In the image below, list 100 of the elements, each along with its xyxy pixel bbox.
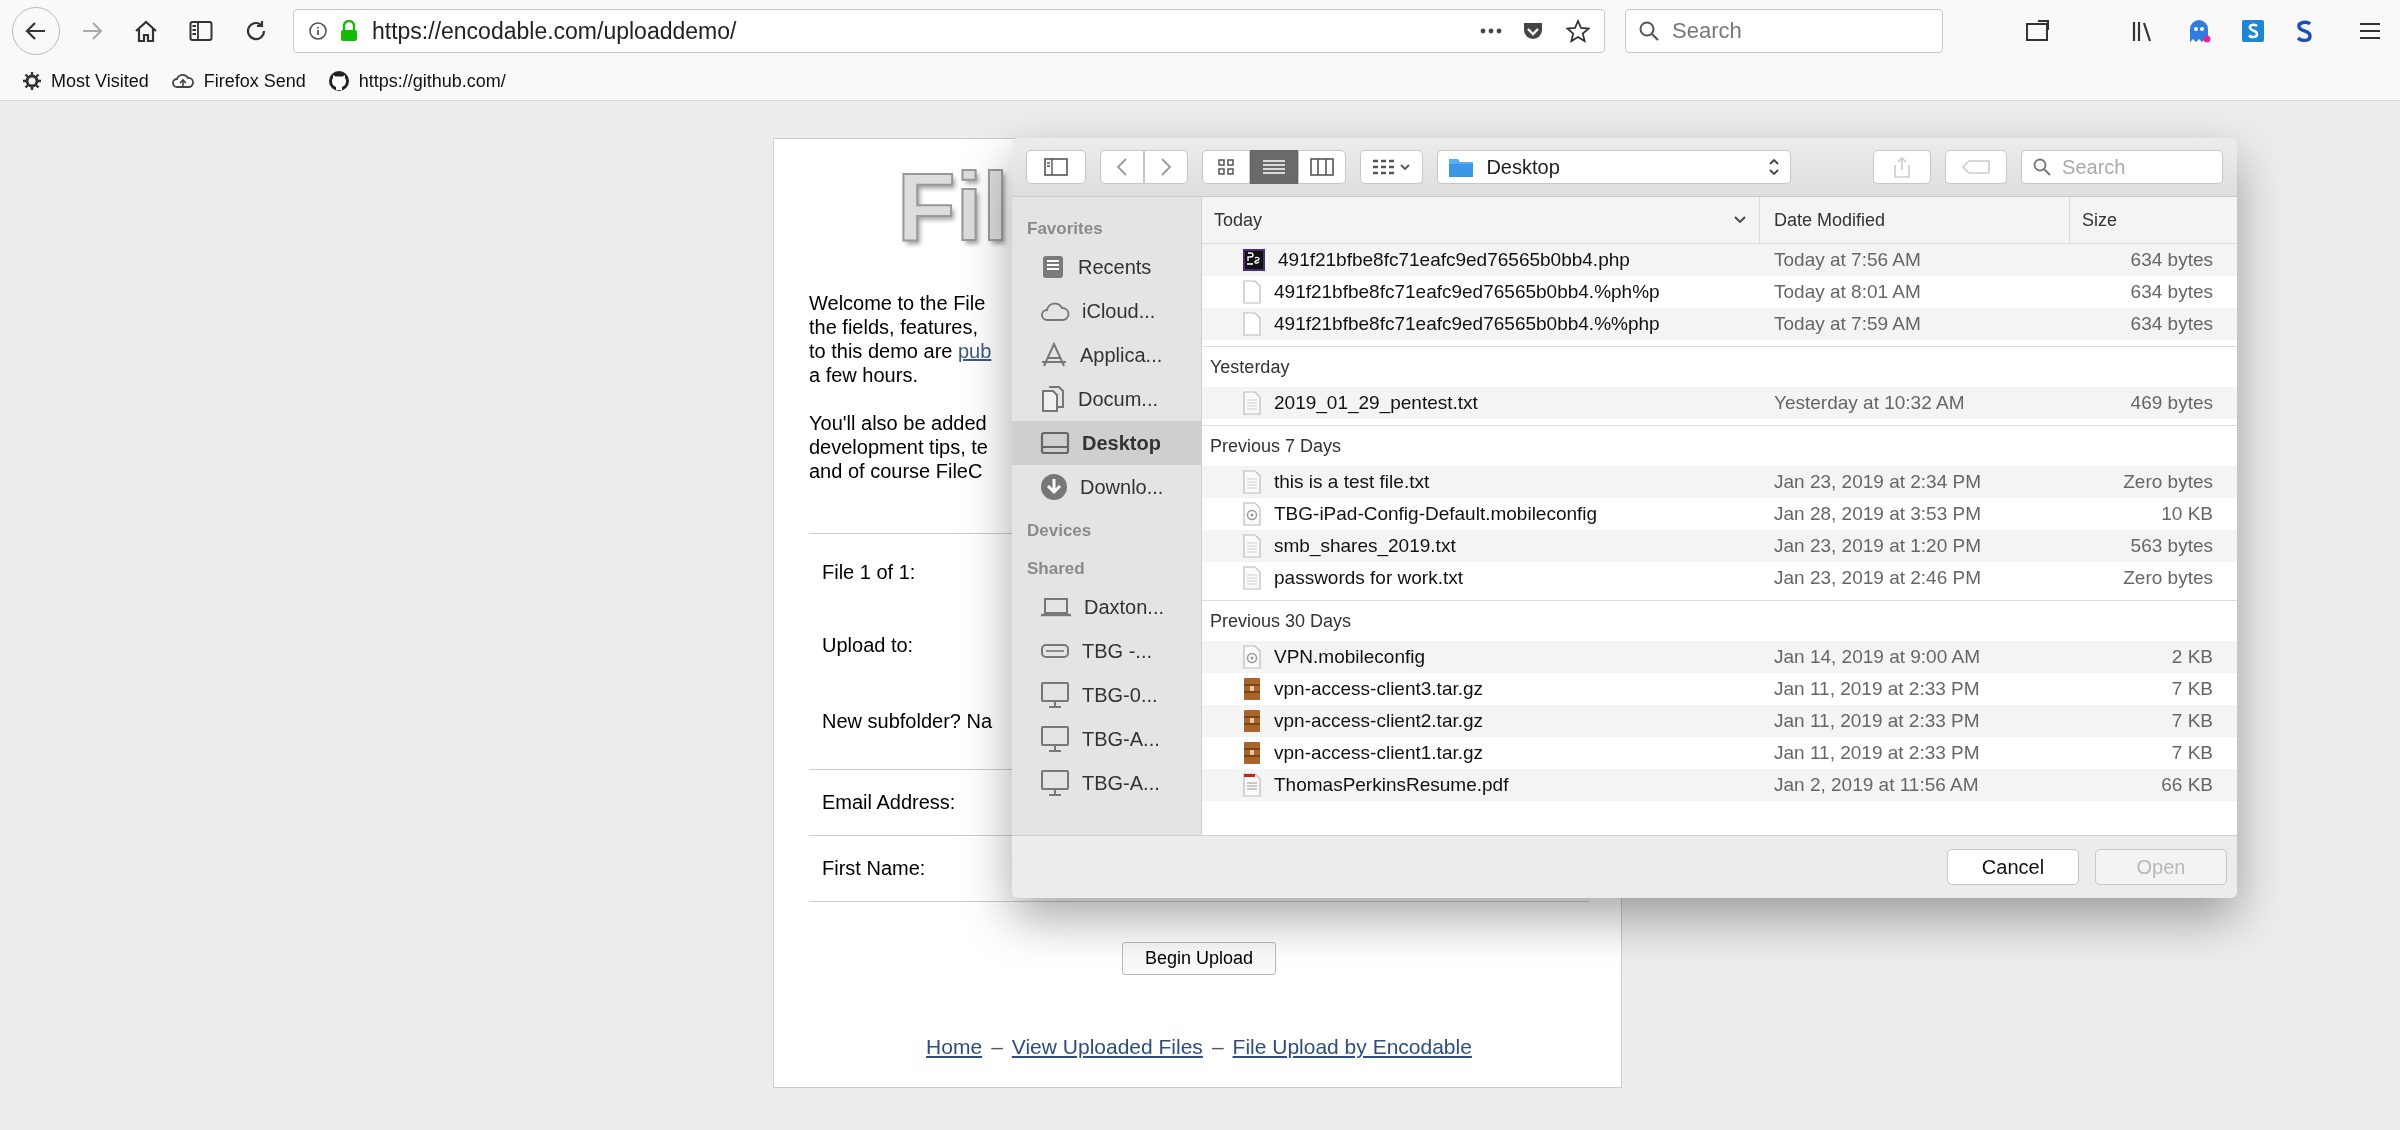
drive-icon — [1040, 641, 1070, 661]
sidebar-item[interactable]: Daxton... — [1012, 585, 1201, 629]
text-file-icon — [1242, 534, 1262, 558]
sidebar-item[interactable]: TBG-A... — [1012, 761, 1201, 805]
sidebar-item[interactable]: TBG -... — [1012, 629, 1201, 673]
file-name[interactable]: vpn-access-client3.tar.gz — [1274, 678, 1484, 700]
size-cell-text: 7 KB — [2170, 710, 2214, 732]
search-icon — [1638, 20, 1660, 42]
php-file-icon — [1242, 248, 1266, 272]
footer-link[interactable]: File Upload by Encodable — [1232, 1035, 1472, 1059]
date-modified-cell-text: Yesterday at 10:32 AM — [1773, 392, 1966, 414]
file-name[interactable]: ThomasPerkinsResume.pdf — [1274, 774, 1509, 796]
address-bar[interactable]: https://encodable.com/uploaddemo/ — [293, 9, 1605, 53]
sidebar-heading: Favorites — [1026, 218, 1104, 240]
column-header[interactable]: Size — [2070, 197, 2237, 243]
cat-logo-icon — [327, 70, 350, 92]
footer-link[interactable]: View Uploaded Files — [1011, 1035, 1203, 1059]
form-label: Email Address: — [822, 791, 956, 814]
size-cell-text: 7 KB — [2170, 678, 2214, 700]
extension-icon[interactable] — [2241, 19, 2265, 43]
archive-file-icon — [1242, 741, 1262, 765]
search-field[interactable]: Search — [2021, 150, 2223, 184]
folder-icon — [1448, 156, 1475, 178]
file-icon — [1242, 280, 1262, 304]
size-cell-text: 634 bytes — [2129, 313, 2214, 335]
file-name[interactable]: VPN.mobileconfig — [1274, 646, 1426, 668]
intro-text-line: development tips, te — [809, 435, 989, 459]
column-header[interactable]: Date Modified — [1760, 197, 2070, 243]
view-mode-button[interactable] — [1201, 150, 1250, 184]
date-modified-cell-text: Today at 7:56 AM — [1773, 249, 1922, 271]
archive-file-icon — [1242, 677, 1262, 701]
pocket-icon[interactable] — [1522, 20, 1544, 42]
sidebar-item[interactable]: Docum... — [1012, 377, 1201, 421]
file-name[interactable]: 2019_01_29_pentest.txt — [1274, 392, 1478, 414]
file-name[interactable]: passwords for work.txt — [1274, 567, 1463, 589]
sidebar-icon[interactable] — [189, 20, 213, 42]
sidebar-item[interactable]: TBG-A... — [1012, 717, 1201, 761]
sidebar-heading: Devices — [1026, 520, 1093, 542]
cancel-button[interactable]: Cancel — [1947, 849, 2079, 885]
menu-icon[interactable] — [2359, 21, 2381, 41]
file-name[interactable]: smb_shares_2019.txt — [1274, 535, 1456, 557]
begin-upload-button[interactable]: Begin Upload — [1121, 942, 1277, 975]
file-name[interactable]: vpn-access-client2.tar.gz — [1274, 710, 1484, 732]
date-modified-cell-text: Jan 11, 2019 at 2:33 PM — [1773, 742, 1981, 764]
grid-dropdown-icon — [1371, 159, 1412, 175]
chevron-right-icon — [1159, 157, 1172, 177]
text-file-icon — [1242, 566, 1262, 590]
sidebar-item[interactable]: Applica... — [1012, 333, 1201, 377]
form-label: New subfolder? Na — [822, 710, 993, 733]
location-popup[interactable]: Desktop — [1437, 150, 1792, 184]
back-button[interactable] — [12, 7, 60, 55]
file-name[interactable]: 491f21bfbe8fc71eafc9ed76565b0bb4.%ph%p — [1274, 281, 1660, 303]
column-header[interactable]: Today — [1202, 197, 1760, 243]
bookmark-item[interactable]: https://github.com/ — [327, 70, 506, 92]
chevron-down-icon — [1733, 215, 1747, 225]
arrange-button[interactable] — [1359, 150, 1424, 184]
file-name[interactable]: this is a test file.txt — [1274, 471, 1430, 493]
info-icon[interactable] — [308, 21, 328, 41]
file-name[interactable]: vpn-access-client1.tar.gz — [1274, 742, 1484, 764]
view-mode-button[interactable] — [1249, 150, 1298, 184]
sidebar-item[interactable]: Downlo... — [1012, 465, 1201, 509]
group-heading: Previous 7 Days — [1210, 435, 1342, 457]
file-name[interactable]: TBG-iPad-Config-Default.mobileconfig — [1274, 503, 1598, 525]
sidebar-toggle-button[interactable] — [1026, 150, 1086, 184]
file-name[interactable]: 491f21bfbe8fc71eafc9ed76565b0bb4.php — [1278, 249, 1630, 271]
search-field[interactable]: Search — [1625, 9, 1943, 53]
star-icon[interactable] — [1566, 19, 1590, 43]
download-icon — [1040, 473, 1068, 501]
laptop-icon — [1040, 596, 1072, 618]
size-cell-text: 469 bytes — [2129, 392, 2214, 414]
more-icon[interactable] — [1480, 27, 1502, 35]
documents-icon — [1040, 385, 1066, 413]
home-icon[interactable] — [134, 20, 158, 42]
reload-icon[interactable] — [244, 19, 268, 43]
view-mode-button[interactable] — [1297, 150, 1346, 184]
file-icon — [1242, 312, 1262, 336]
sidebar-item[interactable]: Recents — [1012, 245, 1201, 289]
columns-icon — [1309, 158, 1334, 176]
ghost-extension-icon[interactable] — [2187, 18, 2211, 44]
grid-icon — [1217, 159, 1234, 175]
separator-text: – — [1211, 1035, 1224, 1059]
synced-tabs-icon[interactable] — [2025, 19, 2051, 43]
footer-link[interactable]: Home — [926, 1035, 983, 1059]
file-name[interactable]: 491f21bfbe8fc71eafc9ed76565b0bb4.%%php — [1274, 313, 1660, 335]
pdf-file-icon — [1242, 773, 1262, 797]
size-cell-text: 634 bytes — [2129, 249, 2214, 271]
bookmark-item[interactable]: Firefox Send — [170, 70, 306, 92]
sidebar-item[interactable]: iCloud... — [1012, 289, 1201, 333]
sidebar-item[interactable]: Desktop — [1012, 421, 1201, 465]
bookmark-item[interactable]: Most Visited — [22, 70, 149, 92]
sidebar-item[interactable]: TBG-0... — [1012, 673, 1201, 717]
extension-icon[interactable] — [2295, 19, 2313, 43]
intro-text-line: You'll also be added — [809, 411, 988, 435]
text-file-icon — [1242, 391, 1262, 415]
url-text: https://encodable.com/uploaddemo/ — [372, 17, 738, 45]
intro-text-line: and of course FileC — [809, 459, 984, 483]
group-heading: Yesterday — [1210, 356, 1290, 378]
size-cell-text: 2 KB — [2170, 646, 2214, 668]
date-modified-cell-text: Jan 11, 2019 at 2:33 PM — [1773, 710, 1981, 732]
gear-icon — [22, 71, 42, 91]
